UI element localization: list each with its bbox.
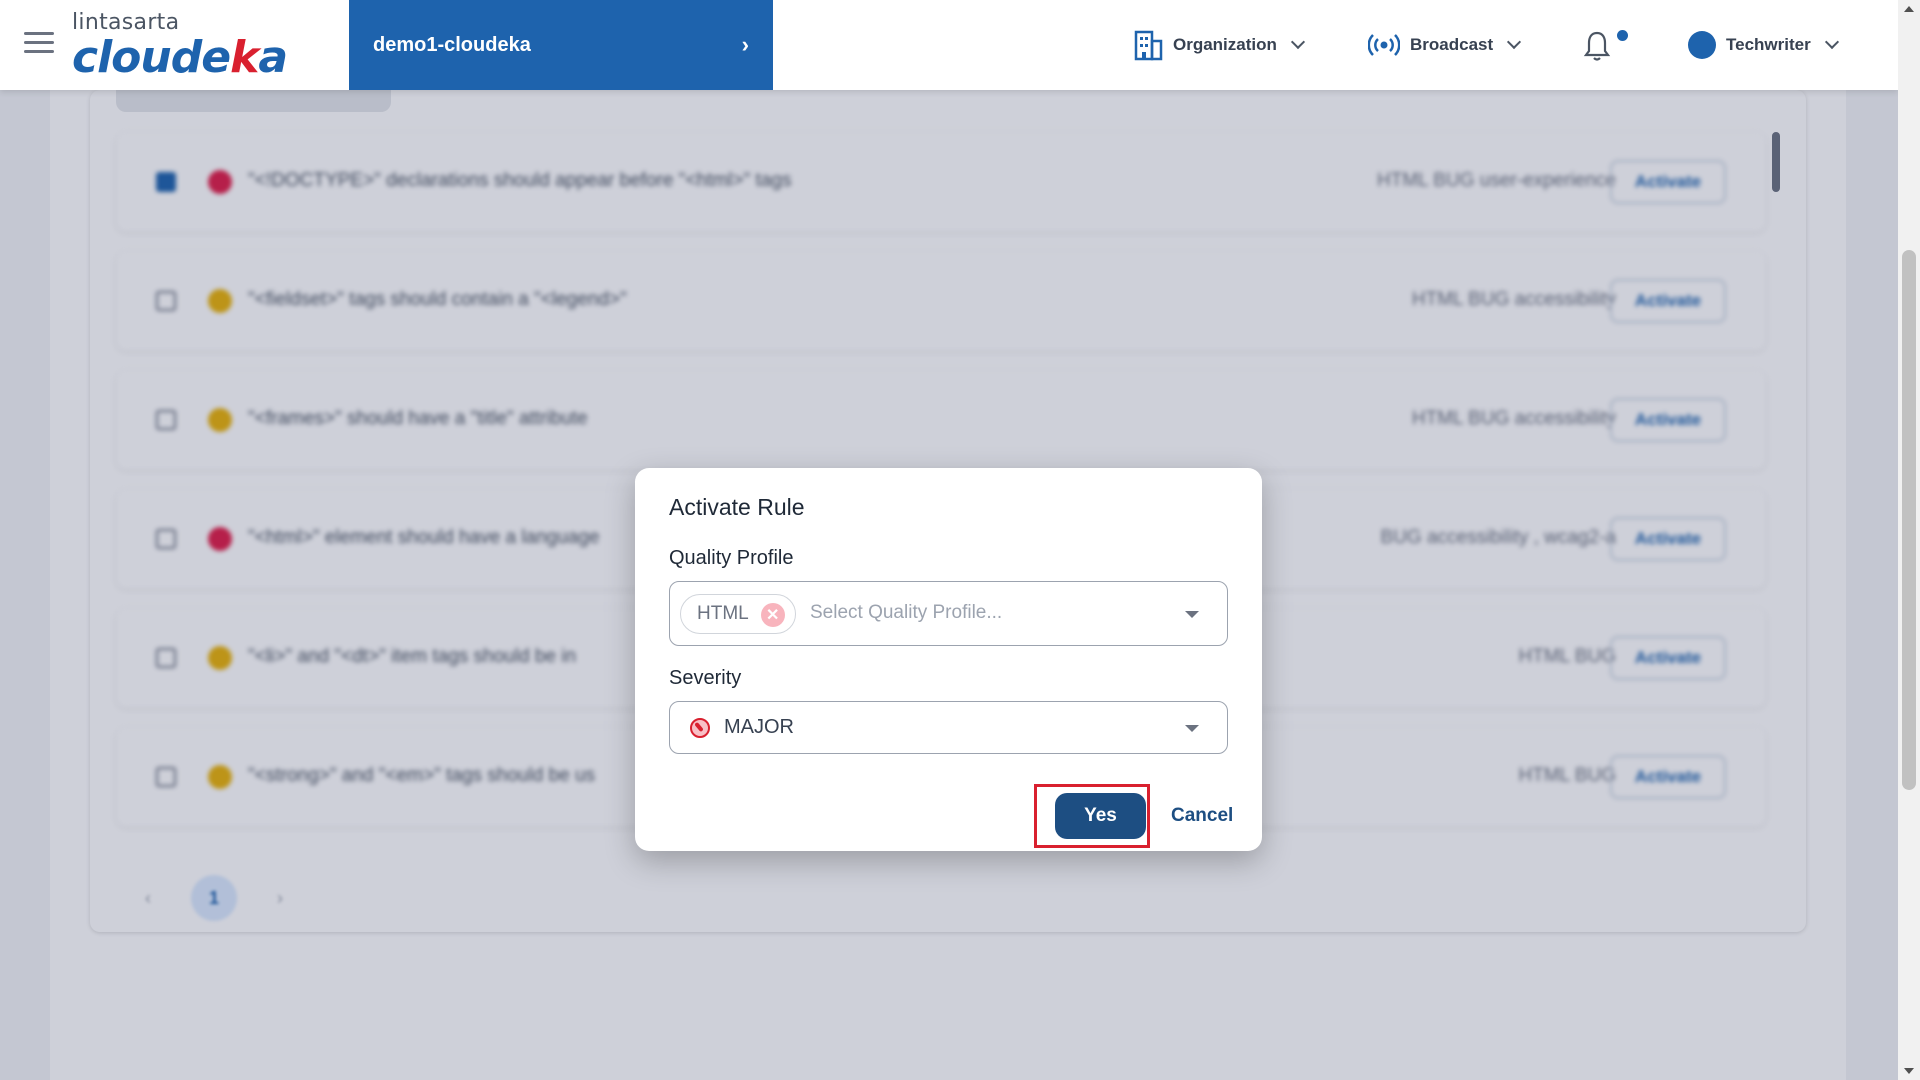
top-header: lintasarta cloudeka demo1-cloudeka › Org…	[0, 0, 1898, 90]
notification-dot	[1617, 30, 1628, 41]
chevron-down-icon	[1507, 34, 1522, 50]
chevron-down-icon	[1290, 34, 1305, 50]
cloudeka-logo[interactable]: lintasarta cloudeka	[72, 10, 288, 83]
organization-label: Organization	[1173, 35, 1277, 54]
quality-profile-placeholder: Select Quality Profile...	[810, 602, 1003, 623]
organization-menu[interactable]: Organization	[1133, 26, 1305, 64]
scroll-up-arrow-icon[interactable]	[1904, 6, 1914, 12]
cancel-button[interactable]: Cancel	[1171, 805, 1233, 827]
quality-profile-label: Quality Profile	[669, 547, 794, 569]
project-name: demo1-cloudeka	[373, 33, 531, 56]
building-icon	[1134, 30, 1163, 61]
page-scrollbar[interactable]	[1898, 0, 1920, 1080]
remove-chip-icon[interactable]: ✕	[760, 603, 785, 627]
broadcast-menu[interactable]: Broadcast	[1368, 26, 1522, 64]
severity-value: MAJOR	[724, 716, 794, 738]
major-severity-icon	[690, 718, 710, 738]
user-name: Techwriter	[1726, 35, 1811, 54]
quality-profile-select[interactable]: HTML ✕ Select Quality Profile...	[669, 581, 1228, 646]
dropdown-caret-icon	[1185, 611, 1199, 618]
broadcast-label: Broadcast	[1410, 35, 1494, 54]
avatar	[1688, 31, 1716, 59]
hamburger-menu-icon[interactable]	[24, 32, 54, 56]
broadcast-icon	[1368, 34, 1400, 56]
severity-label: Severity	[669, 667, 742, 689]
yes-button[interactable]: Yes	[1055, 793, 1146, 839]
chevron-down-icon	[1824, 34, 1839, 50]
chevron-right-icon: ›	[741, 32, 749, 57]
severity-select[interactable]: MAJOR	[669, 701, 1228, 754]
dropdown-caret-icon	[1185, 725, 1199, 732]
project-selector[interactable]: demo1-cloudeka ›	[349, 0, 773, 90]
notification-bell-icon[interactable]	[1583, 30, 1611, 62]
chip-label: HTML	[697, 603, 749, 624]
quality-profile-chip: HTML ✕	[680, 594, 796, 634]
scrollbar-thumb[interactable]	[1902, 250, 1916, 790]
dialog-title: Activate Rule	[669, 494, 805, 520]
activate-rule-dialog: Activate Rule Quality Profile HTML ✕ Sel…	[635, 468, 1262, 851]
logo-cloudeka-text: cloudeka	[72, 32, 288, 83]
user-menu[interactable]: Techwriter	[1688, 26, 1839, 64]
scroll-down-arrow-icon[interactable]	[1904, 1068, 1914, 1074]
